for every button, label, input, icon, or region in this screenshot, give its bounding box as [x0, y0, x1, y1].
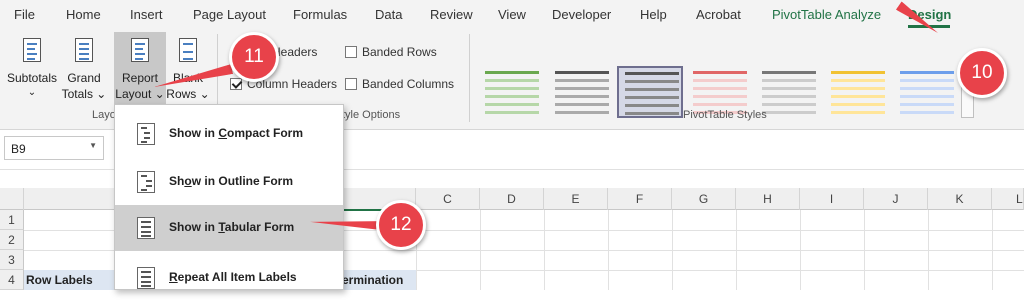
checkbox-icon[interactable]: [345, 78, 357, 90]
cell-a4-row-labels[interactable]: Row Labels: [24, 270, 124, 290]
report-layout-label-2: Layout ⌄: [115, 87, 165, 101]
subtotals-button[interactable]: Subtotals ⌄: [4, 36, 60, 104]
column-header-k[interactable]: K: [928, 188, 992, 210]
grid-col-line: [544, 210, 545, 290]
grand-totals-button[interactable]: Grand Totals ⌄: [60, 36, 108, 104]
pivot-style-swatch-selected[interactable]: [617, 66, 683, 118]
column-header-h[interactable]: H: [736, 188, 800, 210]
group-separator: [469, 34, 470, 122]
column-header-c[interactable]: C: [416, 188, 480, 210]
banded-columns-checkbox[interactable]: Banded Columns: [345, 77, 454, 91]
column-header-e[interactable]: E: [544, 188, 608, 210]
compact-form-icon: [137, 123, 155, 145]
column-header-g[interactable]: G: [672, 188, 736, 210]
grand-totals-label-1: Grand: [67, 71, 101, 85]
menu-item-label: Show in Outline Form: [169, 174, 294, 188]
tab-page-layout[interactable]: Page Layout: [193, 7, 266, 22]
ribbon-tab-bar: File Home Insert Page Layout Formulas Da…: [0, 0, 1024, 30]
grid-col-line: [864, 210, 865, 290]
tab-formulas[interactable]: Formulas: [293, 7, 347, 22]
column-header-f[interactable]: F: [608, 188, 672, 210]
column-header-l[interactable]: L: [992, 188, 1024, 210]
callout-badge-10: 10: [957, 48, 1007, 98]
grid-col-line: [672, 210, 673, 290]
menu-item-tabular-form[interactable]: Show in Tabular Form: [115, 205, 343, 251]
layout-group-label: Layo: [92, 109, 116, 121]
checkbox-checked-icon[interactable]: [230, 78, 242, 90]
name-box-value: B9: [11, 142, 26, 156]
cell-b4-header[interactable]: ermination: [340, 270, 416, 290]
subtotals-label: Subtotals: [6, 71, 58, 85]
banded-rows-checkbox[interactable]: Banded Rows: [345, 45, 437, 59]
tab-insert[interactable]: Insert: [130, 7, 163, 22]
tab-review[interactable]: Review: [430, 7, 473, 22]
report-layout-icon: [131, 38, 149, 62]
grid-col-line: [992, 210, 993, 290]
row-header-2[interactable]: 2: [0, 230, 24, 250]
select-all-corner[interactable]: [0, 188, 24, 210]
grid-col-line: [928, 210, 929, 290]
column-header-j[interactable]: J: [864, 188, 928, 210]
report-layout-dropdown: Show in Compact Form Show in Outline For…: [114, 104, 344, 290]
tabular-form-icon: [137, 217, 155, 239]
pivottable-styles-group-label: PivotTable Styles: [683, 109, 767, 121]
report-layout-button[interactable]: Report Layout ⌄: [114, 32, 166, 104]
pivot-style-swatch-gray[interactable]: [548, 66, 614, 118]
tab-data[interactable]: Data: [375, 7, 402, 22]
row-header-3[interactable]: 3: [0, 250, 24, 270]
grid-col-line: [480, 210, 481, 290]
chevron-down-icon[interactable]: ▼: [89, 141, 97, 150]
grand-totals-label-2: Totals ⌄: [61, 87, 107, 101]
menu-item-repeat-all-item-labels[interactable]: Repeat All Item Labels: [115, 255, 343, 301]
subtotals-icon: [23, 38, 41, 62]
report-layout-label-1: Report: [121, 71, 159, 85]
callout-badge-11: 11: [229, 32, 279, 82]
blank-rows-label-2: Rows ⌄: [166, 87, 210, 101]
name-box[interactable]: B9 ▼: [4, 136, 104, 160]
pivot-style-swatch-yellow[interactable]: [824, 66, 890, 118]
grid-col-line: [608, 210, 609, 290]
tab-home[interactable]: Home: [66, 7, 101, 22]
menu-item-outline-form[interactable]: Show in Outline Form: [115, 159, 343, 205]
tab-developer[interactable]: Developer: [552, 7, 611, 22]
tab-pivottable-analyze[interactable]: PivotTable Analyze: [772, 7, 881, 22]
repeat-labels-icon: [137, 267, 155, 289]
outline-form-icon: [137, 171, 155, 193]
tab-view[interactable]: View: [498, 7, 526, 22]
column-header-i[interactable]: I: [800, 188, 864, 210]
tab-acrobat[interactable]: Acrobat: [696, 7, 741, 22]
callout-badge-12: 12: [376, 200, 426, 250]
tab-file[interactable]: File: [14, 7, 35, 22]
checkbox-icon[interactable]: [345, 46, 357, 58]
blank-rows-icon: [179, 38, 197, 62]
grid-col-line: [736, 210, 737, 290]
grid-col-line: [800, 210, 801, 290]
banded-rows-label: Banded Rows: [362, 45, 437, 59]
grand-totals-icon: [75, 38, 93, 62]
column-header-d[interactable]: D: [480, 188, 544, 210]
menu-item-label: Repeat All Item Labels: [169, 270, 297, 284]
menu-item-compact-form[interactable]: Show in Compact Form: [115, 111, 343, 157]
tab-help[interactable]: Help: [640, 7, 667, 22]
banded-columns-label: Banded Columns: [362, 77, 455, 91]
blank-rows-button[interactable]: Blank Rows ⌄: [166, 36, 210, 104]
style-options-group-label: tyle Options: [342, 109, 401, 121]
row-header-1[interactable]: 1: [0, 210, 24, 230]
menu-item-label: Show in Compact Form: [169, 126, 304, 140]
menu-item-label: Show in Tabular Form: [169, 220, 295, 234]
subtotals-chevron: ⌄: [27, 87, 37, 98]
pivot-style-swatch-blue[interactable]: [893, 66, 959, 118]
row-header-4[interactable]: 4: [0, 270, 24, 290]
pivot-style-swatch-green[interactable]: [478, 66, 544, 118]
